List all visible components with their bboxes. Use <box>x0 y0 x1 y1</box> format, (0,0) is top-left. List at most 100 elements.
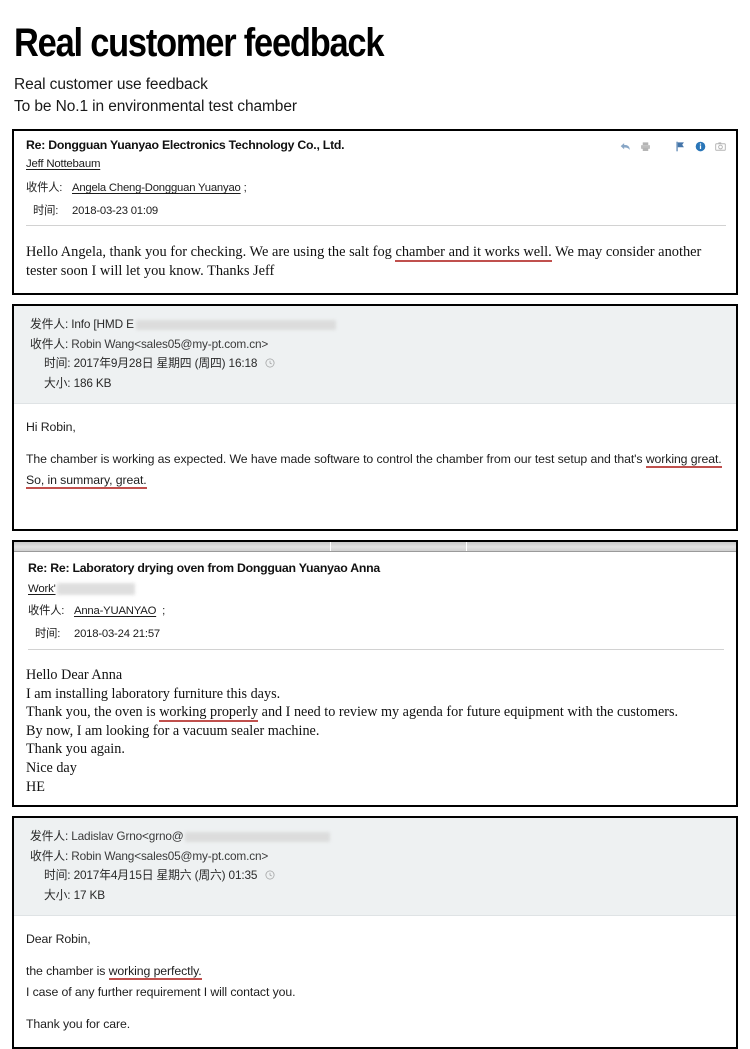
email-4-body-line-2: I case of any further requirement I will… <box>26 985 296 1000</box>
email-4-to-value: Robin Wang<sales05@my-pt.com.cn> <box>71 848 269 863</box>
email-2-body-spacer <box>26 438 724 449</box>
email-3-thanks-highlight: working properly <box>159 704 259 723</box>
email-3-window-toolbar <box>14 542 736 552</box>
email-1-body: Hello Angela, thank you for checking. We… <box>14 233 736 293</box>
email-card-3: Re: Re: Laboratory drying oven from Dong… <box>12 540 738 808</box>
email-1-to-semicolon: ; <box>243 182 247 194</box>
email-3-sender-redacted <box>56 583 135 595</box>
email-3-header: Re: Re: Laboratory drying oven from Dong… <box>14 552 736 657</box>
print-icon[interactable] <box>640 139 651 157</box>
email-2-from-value: Info [HMD E <box>71 317 134 331</box>
email-1-to-label: 收件人: <box>26 182 63 194</box>
email-2-time-value: 2017年9月28日 星期四 (周四) 16:18 <box>73 356 258 370</box>
email-2-from-label: 发件人: <box>30 317 69 331</box>
email-4-body: Dear Robin, the chamber is working perfe… <box>14 916 736 1047</box>
email-3-divider <box>28 649 724 650</box>
email-3-time-value: 2018-03-24 21:57 <box>74 628 160 640</box>
email-card-list: Re: Dongguan Yuanyao Electronics Technol… <box>12 129 738 1049</box>
email-2-time-label: 时间: <box>44 356 71 370</box>
email-4-to-row: 收件人: Robin Wang<sales05@my-pt.com.cn> <box>30 847 724 867</box>
email-4-size-label: 大小: <box>44 887 71 902</box>
email-1-sender[interactable]: Jeff Nottebaum <box>26 158 100 170</box>
page-title: Real customer feedback <box>14 21 384 65</box>
email-3-thanks-pre: Thank you, the oven is <box>26 704 160 721</box>
email-3-body-line-6: Nice day <box>26 759 77 776</box>
email-3-body-line-7: HE <box>26 778 45 795</box>
email-4-time-value: 2017年4月15日 星期六 (周六) 01:35 <box>73 868 258 883</box>
email-card-1: Re: Dongguan Yuanyao Electronics Technol… <box>12 129 738 295</box>
email-3-body-line-5: Thank you again. <box>26 741 125 758</box>
email-card-4: 发件人: Ladislav Grno<grno@ 收件人: Robin Wang… <box>12 816 738 1049</box>
email-3-sender[interactable]: Work' <box>28 583 724 595</box>
email-2-to-row: 收件人: Robin Wang<sales05@my-pt.com.cn> <box>30 335 724 355</box>
email-4-time-row: 时间: 2017年4月15日 星期六 (周六) 01:35 <box>30 866 724 886</box>
email-3-body-line-2: I am installing laboratory furniture thi… <box>26 685 281 702</box>
toolbar-tick-2 <box>466 542 467 551</box>
email-3-time-label: 时间: <box>35 628 61 640</box>
email-3-to-row: 收件人: Anna-YUANYAO ; <box>28 602 724 618</box>
email-2-to-label: 收件人: <box>30 336 69 351</box>
email-1-body-highlight: chamber and it works well. <box>395 244 552 262</box>
email-4-spacer-2 <box>26 1003 724 1014</box>
subtitle-line-1: Real customer use feedback <box>14 76 208 93</box>
email-3-body-line-4: By now, I am looking for a vacuum sealer… <box>26 722 320 739</box>
email-2-body-highlight-2: So, in summary, great. <box>26 473 147 489</box>
email-1-to-value[interactable]: Angela Cheng-Dongguan Yuanyao <box>72 182 241 194</box>
email-1-divider <box>26 225 726 226</box>
email-1-time-value: 2018-03-23 01:09 <box>72 205 158 217</box>
email-3-to-label: 收件人: <box>28 605 65 617</box>
email-3-to-semicolon: ; <box>162 605 166 617</box>
email-card-2: 发件人: Info [HMD E 收件人: Robin Wang<sales05… <box>12 304 738 531</box>
email-3-body-line-3: Thank you, the oven is working properly … <box>26 703 724 723</box>
email-4-from-label: 发件人: <box>30 829 69 844</box>
email-2-to-value: Robin Wang<sales05@my-pt.com.cn> <box>71 336 269 351</box>
email-4-size-row: 大小: 17 KB <box>30 886 724 906</box>
email-4-from-row: 发件人: Ladislav Grno<grno@ <box>30 827 724 847</box>
email-4-to-label: 收件人: <box>30 848 69 863</box>
email-3-time-row: 时间: 2018-03-24 21:57 <box>28 625 724 641</box>
email-4-spacer-1 <box>26 950 724 961</box>
info-icon[interactable] <box>695 139 706 157</box>
email-2-body-line-2: So, in summary, great. <box>26 470 724 491</box>
reply-icon[interactable] <box>620 139 631 157</box>
email-1-to-row: 收件人: Angela Cheng-Dongguan Yuanyao ; <box>26 179 726 195</box>
email-4-from-value: Ladislav Grno<grno@ <box>71 829 184 844</box>
email-4-greeting: Dear Robin, <box>26 932 91 947</box>
email-3-to-value[interactable]: Anna-YUANYAO <box>74 605 156 617</box>
email-3-sender-name: Work' <box>28 583 56 595</box>
email-2-time-row: 时间: 2017年9月28日 星期四 (周四) 16:18 <box>30 354 724 374</box>
clock-icon <box>265 355 275 368</box>
email-3-body: Hello Dear Anna I am installing laborato… <box>14 657 736 805</box>
email-4-time-label: 时间: <box>44 868 71 883</box>
email-4-body-highlight: working perfectly. <box>108 964 202 981</box>
toolbar-tick-1 <box>330 542 331 551</box>
email-2-body: Hi Robin, The chamber is working as expe… <box>14 404 736 529</box>
email-2-size-value: 186 KB <box>73 375 112 390</box>
email-2-body-text-1: The chamber is working as expected. We h… <box>26 452 646 466</box>
email-4-body-line-1: the chamber is working perfectly. <box>26 961 724 982</box>
flag-icon[interactable] <box>675 139 686 157</box>
camera-icon[interactable] <box>715 139 726 157</box>
email-2-body-line-1: The chamber is working as expected. We h… <box>26 449 724 470</box>
email-4-from-redacted <box>184 832 330 843</box>
clock-icon <box>265 867 275 880</box>
email-4-body-text-1: the chamber is <box>26 964 109 979</box>
email-2-body-highlight-1: working great. <box>645 452 722 468</box>
email-2-header: 发件人: Info [HMD E 收件人: Robin Wang<sales05… <box>14 306 736 404</box>
email-1-toolbar <box>620 139 726 157</box>
email-3-subject: Re: Re: Laboratory drying oven from Dong… <box>28 561 380 575</box>
email-2-from-row: 发件人: Info [HMD E <box>30 315 724 335</box>
email-3-thanks-post: and I need to review my agenda for futur… <box>258 704 679 721</box>
email-2-from-redacted <box>135 319 336 330</box>
email-4-size-value: 17 KB <box>73 887 106 902</box>
email-4-header: 发件人: Ladislav Grno<grno@ 收件人: Robin Wang… <box>14 818 736 917</box>
email-2-size-row: 大小: 186 KB <box>30 374 724 394</box>
email-1-body-text-1: Hello Angela, thank you for checking. We… <box>26 244 396 260</box>
subtitle-line-2: To be No.1 in environmental test chamber <box>14 98 297 115</box>
email-1-header: Re: Dongguan Yuanyao Electronics Technol… <box>14 131 736 233</box>
email-1-time-row: 时间: 2018-03-23 01:09 <box>26 202 726 218</box>
email-4-body-line-3: Thank you for care. <box>26 1017 131 1032</box>
page-header: Real customer feedback Real customer use… <box>0 0 750 118</box>
email-1-time-label: 时间: <box>33 205 59 217</box>
email-3-body-line-1: Hello Dear Anna <box>26 667 123 683</box>
